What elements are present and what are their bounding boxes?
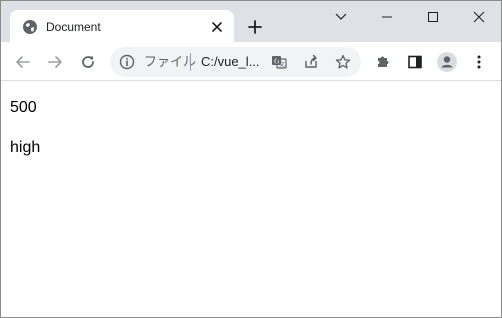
address-separator — [190, 53, 191, 71]
globe-icon — [22, 19, 38, 35]
browser-window: Document ファイル C:/vue_l... G 文 500 high — [0, 0, 502, 318]
window-close-button[interactable] — [456, 1, 501, 33]
page-text-line-1: 500 — [10, 99, 37, 116]
forward-button[interactable] — [42, 49, 68, 75]
minimize-button[interactable] — [364, 1, 410, 33]
translate-icon[interactable]: G 文 — [269, 52, 289, 72]
share-icon[interactable] — [301, 52, 321, 72]
arrow-left-icon — [16, 56, 30, 68]
kebab-menu-icon — [477, 55, 481, 69]
tab-document[interactable]: Document — [10, 10, 234, 43]
chevron-down-icon — [335, 13, 347, 20]
tab-search-button[interactable] — [318, 1, 364, 33]
close-icon — [473, 11, 485, 23]
page-text-line-2: high — [10, 139, 41, 156]
browser-toolbar: ファイル C:/vue_l... G 文 — [1, 42, 501, 81]
tab-strip: Document — [1, 1, 501, 43]
info-icon[interactable] — [119, 54, 135, 70]
star-icon[interactable] — [333, 52, 353, 72]
arrow-right-icon — [48, 56, 62, 68]
address-bar[interactable]: ファイル C:/vue_l... G 文 — [110, 47, 361, 77]
plus-icon — [248, 20, 262, 34]
maximize-button[interactable] — [410, 1, 456, 33]
extensions-button[interactable] — [370, 49, 396, 75]
reload-icon — [82, 56, 94, 68]
maximize-icon — [428, 12, 438, 22]
minimize-icon — [382, 16, 392, 18]
browser-menu-button[interactable] — [466, 49, 492, 75]
profile-button[interactable] — [434, 49, 460, 75]
reload-button[interactable] — [75, 49, 101, 75]
back-button[interactable] — [10, 49, 36, 75]
side-panel-button[interactable] — [402, 49, 428, 75]
new-tab-button[interactable] — [243, 15, 267, 39]
tab-close-button[interactable] — [208, 18, 226, 36]
address-scheme-label: ファイル — [144, 54, 197, 69]
close-icon — [212, 22, 222, 32]
side-panel-icon — [408, 55, 422, 69]
avatar-icon — [437, 52, 457, 72]
puzzle-icon — [378, 56, 389, 67]
page-content: 500 high — [1, 82, 501, 317]
tab-title: Document — [46, 20, 101, 34]
address-url[interactable]: C:/vue_l... — [201, 54, 260, 70]
svg-text:文: 文 — [279, 61, 285, 69]
